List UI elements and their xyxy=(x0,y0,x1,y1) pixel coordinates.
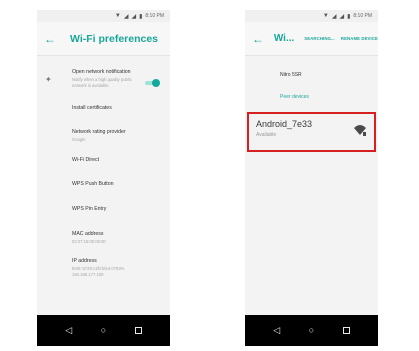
navigation-bar: ◁ ○ xyxy=(245,315,378,346)
status-time: 8:10 PM xyxy=(353,13,372,19)
app-bar: ← Wi... SEARCHING... RENAME DEVICE xyxy=(245,22,378,56)
status-time: 8:10 PM xyxy=(145,13,164,19)
pref-title: Network rating provider xyxy=(72,129,126,135)
nav-home-icon[interactable]: ○ xyxy=(309,326,314,335)
searching-button[interactable]: SEARCHING... xyxy=(304,36,335,41)
open-network-toggle[interactable] xyxy=(144,79,160,87)
pref-install-certificates[interactable]: Install certificates xyxy=(72,105,166,111)
pref-title: WPS Push Button xyxy=(72,181,114,187)
battery-icon: ▮ xyxy=(139,13,143,20)
wifi-notification-icon: ✦ xyxy=(45,75,52,84)
back-arrow-icon[interactable]: ← xyxy=(44,33,60,45)
pref-subtitle: 02:27:15:00:00:00 xyxy=(72,239,106,244)
pref-ip-address: IP address fe80::5729:c1f0:bfe4:0793% 19… xyxy=(72,258,166,277)
this-device-name: Nitro 5SR xyxy=(280,72,302,78)
page-title: Wi-Fi preferences xyxy=(70,32,159,45)
pref-title: MAC address xyxy=(72,231,104,237)
pref-wifi-direct[interactable]: Wi-Fi Direct xyxy=(72,157,166,163)
signal-icon-2: ◢ xyxy=(131,13,137,20)
nav-recent-icon[interactable] xyxy=(134,327,142,334)
status-bar: ▼ ◢ ◢ ▮ 8:10 PM xyxy=(37,10,170,22)
pref-wps-push-button[interactable]: WPS Push Button xyxy=(72,181,166,187)
pref-title: Install certificates xyxy=(72,105,112,111)
signal-icon: ◢ xyxy=(331,13,337,20)
peer-device-name: Android_7e33 xyxy=(256,119,313,129)
rename-device-button[interactable]: RENAME DEVICE xyxy=(341,36,378,41)
pref-title: Open network notification xyxy=(72,69,131,75)
wifi-status-icon: ▼ xyxy=(114,13,121,19)
pref-mac-address: MAC address 02:27:15:00:00:00 xyxy=(72,231,166,245)
wifi-direct-screen: ▼ ◢ ◢ ▮ 8:10 PM ← Wi... SEARCHING... REN… xyxy=(245,10,378,346)
signal-icon-2: ◢ xyxy=(339,13,345,20)
pref-wps-pin-entry[interactable]: WPS Pin Entry xyxy=(72,206,166,212)
battery-icon: ▮ xyxy=(347,13,351,20)
pref-title: WPS Pin Entry xyxy=(72,206,107,212)
nav-back-icon[interactable]: ◁ xyxy=(273,326,280,335)
back-arrow-icon[interactable]: ← xyxy=(252,33,266,45)
nav-recent-icon[interactable] xyxy=(342,327,350,334)
peer-device-status: Available xyxy=(256,132,277,138)
pref-network-rating-provider[interactable]: Network rating provider Google xyxy=(72,129,166,143)
signal-icon: ◢ xyxy=(123,13,129,20)
peer-device-item[interactable]: Android_7e33 Available xyxy=(247,112,376,152)
peer-devices-header: Peer devices xyxy=(280,94,309,100)
wifi-signal-icon xyxy=(354,125,366,136)
wifi-status-icon: ▼ xyxy=(322,13,329,19)
pref-title: Wi-Fi Direct xyxy=(72,157,100,163)
status-bar: ▼ ◢ ◢ ▮ 8:10 PM xyxy=(245,10,378,22)
nav-home-icon[interactable]: ○ xyxy=(101,326,106,335)
toggle-thumb xyxy=(152,79,160,87)
pref-subtitle: Notify when a high quality public networ… xyxy=(72,77,132,88)
navigation-bar: ◁ ○ xyxy=(37,315,170,346)
nav-back-icon[interactable]: ◁ xyxy=(65,326,72,335)
pref-subtitle: Google xyxy=(72,137,86,142)
wifi-preferences-screen: ▼ ◢ ◢ ▮ 8:10 PM ← Wi-Fi preferences ✦ Op… xyxy=(37,10,170,346)
pref-title: IP address xyxy=(72,258,97,264)
pref-subtitle: fe80::5729:c1f0:bfe4:0793% 192.168.177.1… xyxy=(72,266,125,277)
app-bar: ← Wi-Fi preferences xyxy=(37,22,170,56)
page-title: Wi... xyxy=(273,33,295,44)
